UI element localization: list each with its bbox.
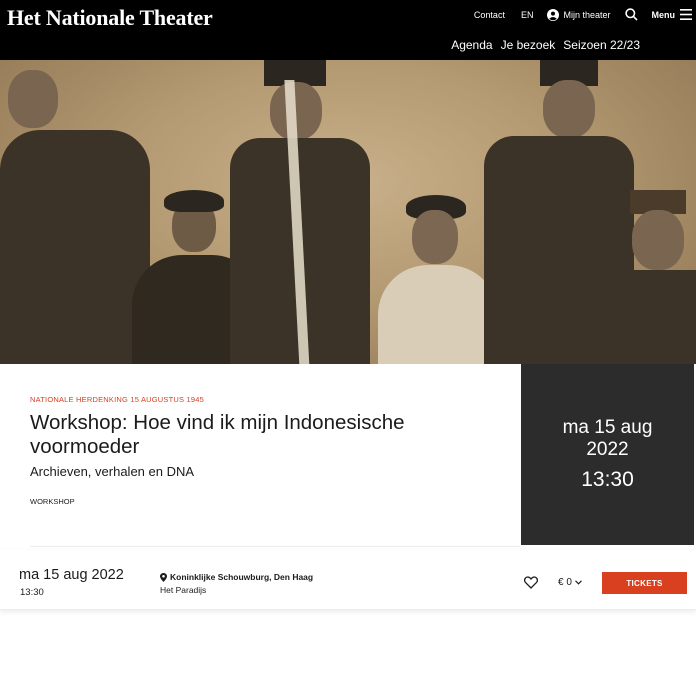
price-select[interactable]: € 0 (558, 577, 582, 588)
venue-name: Koninklijke Schouwburg, Den Haag (170, 572, 314, 582)
divider (30, 546, 520, 547)
favorite-button[interactable] (523, 576, 539, 594)
event-card: NATIONALE HERDENKING 15 AUGUSTUS 1945 Wo… (3, 364, 521, 494)
site-header: Het Nationale Theater Contact EN Mijn th… (0, 0, 696, 60)
tickets-button[interactable]: TICKETS (602, 572, 687, 594)
contact-link[interactable]: Contact (474, 10, 505, 20)
event-subtitle: Archieven, verhalen en DNA (30, 464, 195, 479)
event-datebox: ma 15 aug 2022 13:30 (521, 364, 694, 545)
menu-label: Menu (651, 9, 676, 20)
event-title: Workshop: Hoe vind ik mijn Indonesische … (30, 411, 405, 458)
datebox-time: 13:30 (581, 468, 634, 491)
ticket-venue: Koninklijke Schouwburg, Den Haag (160, 572, 313, 582)
datebox-year: 2022 (586, 439, 629, 460)
event-eyebrow[interactable]: NATIONALE HERDENKING 15 AUGUSTUS 1945 (30, 395, 204, 404)
utility-nav: Contact EN Mijn theater Menu (474, 8, 692, 21)
search-icon (624, 8, 638, 21)
heart-icon (523, 576, 539, 589)
hamburger-icon (680, 9, 692, 20)
ticket-time: 13:30 (20, 587, 44, 598)
user-icon (547, 8, 560, 21)
nav-seizoen[interactable]: Seizoen 22/23 (563, 38, 640, 52)
account-link[interactable]: Mijn theater (547, 8, 611, 21)
search-button[interactable] (624, 8, 638, 21)
language-switch[interactable]: EN (521, 10, 534, 20)
location-pin-icon (160, 572, 167, 582)
menu-button[interactable]: Menu (651, 9, 692, 20)
nav-agenda[interactable]: Agenda (451, 38, 492, 52)
hero-photo (0, 60, 696, 364)
nav-je-bezoek[interactable]: Je bezoek (501, 38, 556, 52)
account-label: Mijn theater (563, 9, 611, 20)
site-logo[interactable]: Het Nationale Theater (7, 5, 213, 31)
main-nav: Agenda Je bezoek Seizoen 22/23 (443, 38, 640, 52)
price-value: € 0 (558, 577, 572, 588)
ticket-room: Het Paradijs (160, 585, 207, 595)
chevron-down-icon (575, 580, 582, 585)
datebox-day: ma 15 aug (562, 417, 653, 438)
ticket-date: ma 15 aug 2022 (19, 567, 124, 583)
event-tag[interactable]: WORKSHOP (30, 497, 75, 506)
